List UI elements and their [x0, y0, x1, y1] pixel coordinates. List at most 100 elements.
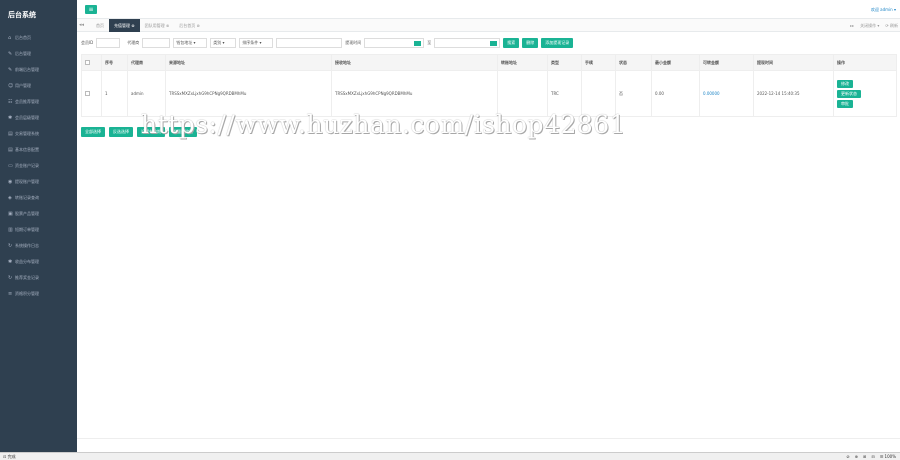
- order-select[interactable]: 排序条件 ▾: [239, 38, 274, 48]
- sidebar-item[interactable]: ✎ 后台管理: [0, 46, 77, 62]
- tool-icon: ✎: [8, 67, 13, 73]
- status-bar: ⊡ 完成 ⊘ ⊕ ⊞ ⊟ ☰ 100%: [0, 452, 900, 460]
- tab-next-icon[interactable]: ▸▸: [850, 19, 854, 32]
- sidebar-item[interactable]: ↻ 推荐奖金记录: [0, 270, 77, 286]
- keyword-input[interactable]: [276, 38, 343, 48]
- calendar-icon[interactable]: [414, 41, 422, 46]
- tab-prev-icon[interactable]: ◂◂: [79, 22, 84, 28]
- user-id-input[interactable]: [96, 38, 121, 48]
- sidebar-item-label: 后台首页: [15, 35, 31, 40]
- tab-item[interactable]: 团队用管理 ⊗: [140, 19, 175, 32]
- gear-icon: ✱: [8, 115, 13, 121]
- agent-input[interactable]: [142, 38, 171, 48]
- sidebar-item[interactable]: ⌂ 后台首页: [0, 30, 77, 46]
- cell-index: 1: [101, 70, 128, 117]
- tab-actions: ▸▸ 关闭操作 ▾ ⟳ 刷新: [850, 19, 898, 32]
- sidebar-item-label: 转账记录查询: [15, 195, 39, 200]
- sidebar-item-label: 资格积分管理: [15, 291, 39, 296]
- card-icon: ▭: [8, 163, 13, 169]
- column-header: 代理商: [127, 54, 166, 71]
- sidebar-item[interactable]: ▤ 交易管理系统: [0, 126, 77, 142]
- sidebar-item[interactable]: ✱ 会员层级管理: [0, 110, 77, 126]
- sidebar-item[interactable]: ≡ 资格积分管理: [0, 286, 77, 302]
- sidebar-item[interactable]: ▭ 资金账户记录: [0, 158, 77, 174]
- sidebar-item-label: 股票产品管理: [15, 211, 39, 216]
- sidebar-item-label: 会员层级管理: [15, 115, 39, 120]
- list-icon: ≡: [8, 291, 13, 297]
- status-icon[interactable]: ☰ 100%: [880, 454, 896, 459]
- filter-bar: 会员ID 代理商 钱包地址 ▾ 类别 ▾ 排序条件 ▾ 提现时间 至 搜索 删除…: [81, 38, 574, 48]
- sidebar: 后台系统 ⌂ 后台首页 ✎ 后台管理 ✎ 前端后台管理 ☺ 用户管理 ☷ 会员推荐管理 ✱ 会员层级管…: [0, 0, 77, 452]
- sidebar-item[interactable]: ◉ 提现账户管理: [0, 174, 77, 190]
- status-icon[interactable]: ⊘: [846, 454, 849, 459]
- cell-operations: 修改 更新状态 审批: [833, 70, 897, 117]
- sidebar-item[interactable]: ↻ 系统操作日志: [0, 238, 77, 254]
- select-all-checkbox[interactable]: [85, 59, 90, 65]
- status-icon[interactable]: ⊟: [871, 454, 874, 459]
- sidebar-item[interactable]: ◈ 转账记录查询: [0, 190, 77, 206]
- footer-area: [77, 438, 900, 452]
- address-select[interactable]: 钱包地址 ▾: [173, 38, 208, 48]
- status-icons: ⊘ ⊕ ⊞ ⊟ ☰ 100%: [846, 454, 896, 459]
- delete-button[interactable]: 删除: [522, 38, 539, 48]
- tab-item[interactable]: 首页: [91, 19, 109, 32]
- sidebar-nav: ⌂ 后台首页 ✎ 后台管理 ✎ 前端后台管理 ☺ 用户管理 ☷ 会员推荐管理 ✱ 会员层级管理 ▤ 交易管…: [0, 30, 77, 302]
- type-select[interactable]: 类别 ▾: [210, 38, 237, 48]
- chart-icon: ▥: [8, 227, 13, 233]
- refresh-icon: ↻: [8, 243, 13, 249]
- column-header: [81, 54, 102, 71]
- cell-amount: 0.00000: [699, 70, 754, 117]
- row-checkbox-cell: [81, 70, 102, 117]
- column-header: 操作: [833, 54, 897, 71]
- sidebar-item[interactable]: ✱ 收益分布管理: [0, 254, 77, 270]
- search-button[interactable]: 搜索: [503, 38, 520, 48]
- column-header: 手续: [581, 54, 616, 71]
- gear-icon: ✱: [8, 259, 13, 265]
- wrench-icon: ✎: [8, 51, 13, 57]
- refresh-button[interactable]: ⟳ 刷新: [885, 19, 898, 32]
- row-action-button[interactable]: 修改: [837, 79, 853, 88]
- sidebar-item-label: 系统操作日志: [15, 243, 39, 248]
- status-icon[interactable]: ⊕: [855, 454, 858, 459]
- add-record-button[interactable]: 添加提现记录: [541, 38, 574, 48]
- car-icon: ◈: [8, 195, 12, 201]
- bulk-action-button[interactable]: 反选选择: [109, 127, 133, 137]
- box-icon: ▣: [8, 211, 13, 217]
- bulk-action-button[interactable]: 全部选择: [81, 127, 105, 137]
- brand-title: 后台系统: [8, 11, 36, 19]
- main-content: 会员ID 代理商 钱包地址 ▾ 类别 ▾ 排序条件 ▾ 提现时间 至 搜索 删除…: [77, 32, 900, 438]
- tab-item[interactable]: 充值管理 ⊗: [109, 19, 140, 32]
- sidebar-item-label: 交易管理系统: [15, 131, 39, 136]
- column-header: 类型: [547, 54, 582, 71]
- menu-toggle-button[interactable]: ≡: [85, 5, 97, 14]
- close-ops-dropdown[interactable]: 关闭操作 ▾: [860, 19, 879, 32]
- tab-item[interactable]: 后台首页 ⊗: [174, 19, 205, 32]
- row-action-button[interactable]: 审批: [837, 99, 853, 108]
- user-id-label: 会员ID: [81, 40, 94, 45]
- cell-time: 2022-12-14 15:40:35: [753, 70, 834, 117]
- chat-icon: ◉: [8, 179, 13, 185]
- sidebar-item[interactable]: ▣ 股票产品管理: [0, 206, 77, 222]
- sidebar-item-label: 会员推荐管理: [15, 99, 39, 104]
- sidebar-item[interactable]: ✎ 前端后台管理: [0, 62, 77, 78]
- row-checkbox[interactable]: [85, 90, 90, 96]
- status-icon[interactable]: ⊞: [863, 454, 866, 459]
- sidebar-item-label: 前端后台管理: [15, 67, 39, 72]
- sidebar-item[interactable]: ☺ 用户管理: [0, 78, 77, 94]
- date-start-input[interactable]: [364, 38, 425, 48]
- sidebar-item[interactable]: ▥ 短期订单管理: [0, 222, 77, 238]
- calendar-icon[interactable]: [490, 41, 498, 46]
- column-header: 提现时间: [753, 54, 834, 71]
- agent-label: 代理商: [127, 40, 140, 45]
- date-end-input[interactable]: [434, 38, 501, 48]
- user-menu[interactable]: 欢迎 admin ▾: [871, 7, 896, 13]
- home-icon: ⌂: [8, 35, 12, 41]
- sidebar-item-label: 资金账户记录: [15, 163, 39, 168]
- date-separator: 至: [427, 40, 432, 45]
- column-header: 来源地址: [165, 54, 332, 71]
- tab-bar: ◂◂ 首页 充值管理 ⊗ 团队用管理 ⊗ 后台首页 ⊗ ▸▸ 关闭操作 ▾ ⟳ 刷新: [77, 19, 900, 32]
- sidebar-item[interactable]: ☷ 会员推荐管理: [0, 94, 77, 110]
- top-bar: ≡ 欢迎 admin ▾: [77, 0, 900, 19]
- sidebar-item[interactable]: ▤ 基本信息配置: [0, 142, 77, 158]
- row-action-button[interactable]: 更新状态: [837, 89, 861, 98]
